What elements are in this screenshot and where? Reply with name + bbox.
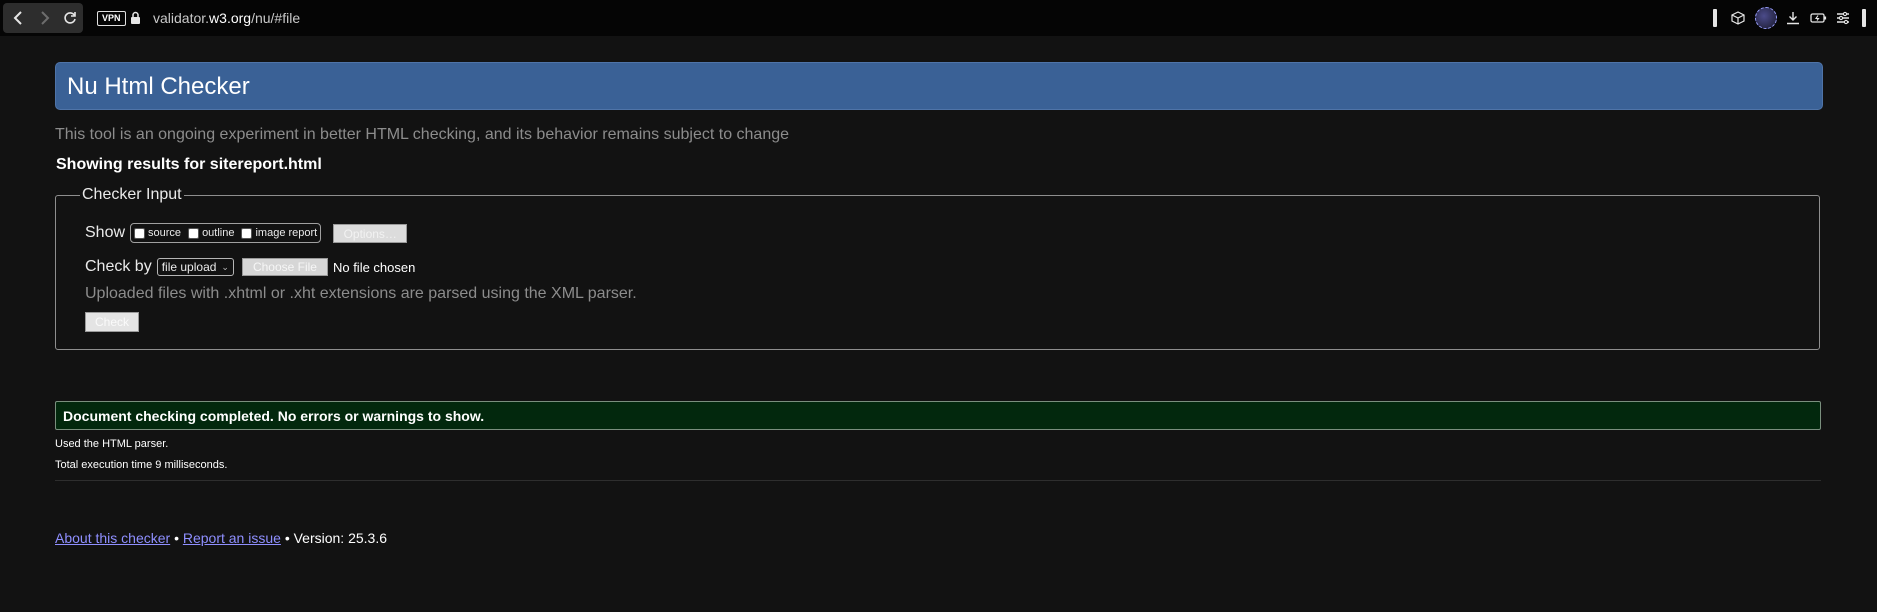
forward-icon [41,11,50,25]
extensions-button[interactable] [1729,9,1747,27]
about-checker-link[interactable]: About this checker [55,530,170,546]
menu-icon [1837,11,1849,25]
download-icon [1787,12,1799,25]
nav-button-group [3,3,83,33]
toolbar-separator [1712,9,1718,27]
option-image-report[interactable]: image report [241,227,317,239]
image-report-label: image report [255,227,318,239]
report-issue-link[interactable]: Report an issue [183,530,281,546]
check-by-label: Check by [85,258,152,275]
source-label: source [148,227,182,239]
chevron-down-icon: ⌄ [221,261,229,272]
execution-time: Total execution time 9 milliseconds. [55,459,228,471]
footer: About this checker • Report an issue • V… [55,530,387,546]
forward-button[interactable] [32,3,58,33]
show-label: Show [85,224,126,241]
back-icon [13,11,22,25]
profile-avatar-button[interactable] [1754,6,1778,30]
footer-separator: • [284,530,290,546]
check-by-value: file upload [161,260,217,274]
xml-parser-note: Uploaded files with .xhtml or .xht exten… [85,285,637,302]
checker-input-legend: Checker Input [80,186,184,204]
lock-icon[interactable] [130,11,141,24]
url-domain: w3.org [209,10,252,26]
version-text: Version: 25.3.6 [293,530,388,546]
battery-icon [1809,13,1826,23]
check-button[interactable]: Check [85,312,139,332]
check-by-select[interactable]: file upload ⌄ [156,258,234,276]
footer-separator: • [174,530,179,546]
show-options-group: source outline image report [130,223,322,243]
image-report-checkbox[interactable] [241,227,253,239]
battery-saver-button[interactable] [1808,9,1828,27]
reload-button[interactable] [57,3,83,33]
check-by-row: Check by file upload ⌄ Choose File No fi… [85,256,415,278]
url-path: /nu/#file [251,10,301,26]
success-message: Document checking completed. No errors o… [63,408,485,424]
source-checkbox[interactable] [134,227,146,239]
page-title: Nu Html Checker [67,73,250,100]
divider [55,480,1821,481]
parser-note: Used the HTML parser. [55,438,169,450]
cube-icon [1731,11,1745,25]
file-status: No file chosen [332,259,416,275]
sidebar-toggle[interactable] [1861,9,1867,27]
results-heading: Showing results for sitereport.html [56,156,322,173]
header-banner: Nu Html Checker [55,62,1823,110]
url-prefix: validator. [153,10,210,26]
vpn-badge[interactable]: VPN [97,11,126,26]
choose-file-button[interactable]: Choose File [241,258,328,276]
outline-label: outline [202,227,235,239]
browser-toolbar: VPN validator.w3.org/nu/#file [0,0,1877,36]
option-source[interactable]: source [134,227,181,239]
show-options-row: Show source outline image report Options… [85,222,408,244]
success-message-box: Document checking completed. No errors o… [55,401,1821,430]
outline-checkbox[interactable] [188,227,200,239]
tagline: This tool is an ongoing experiment in be… [55,126,790,143]
options-button[interactable]: Options… [333,223,408,243]
easy-setup-button[interactable] [1834,9,1852,27]
address-bar[interactable]: validator.w3.org/nu/#file [153,10,300,26]
option-outline[interactable]: outline [188,227,234,239]
avatar [1755,7,1777,29]
back-button[interactable] [5,3,31,33]
reload-icon [64,12,76,24]
downloads-button[interactable] [1784,9,1802,27]
